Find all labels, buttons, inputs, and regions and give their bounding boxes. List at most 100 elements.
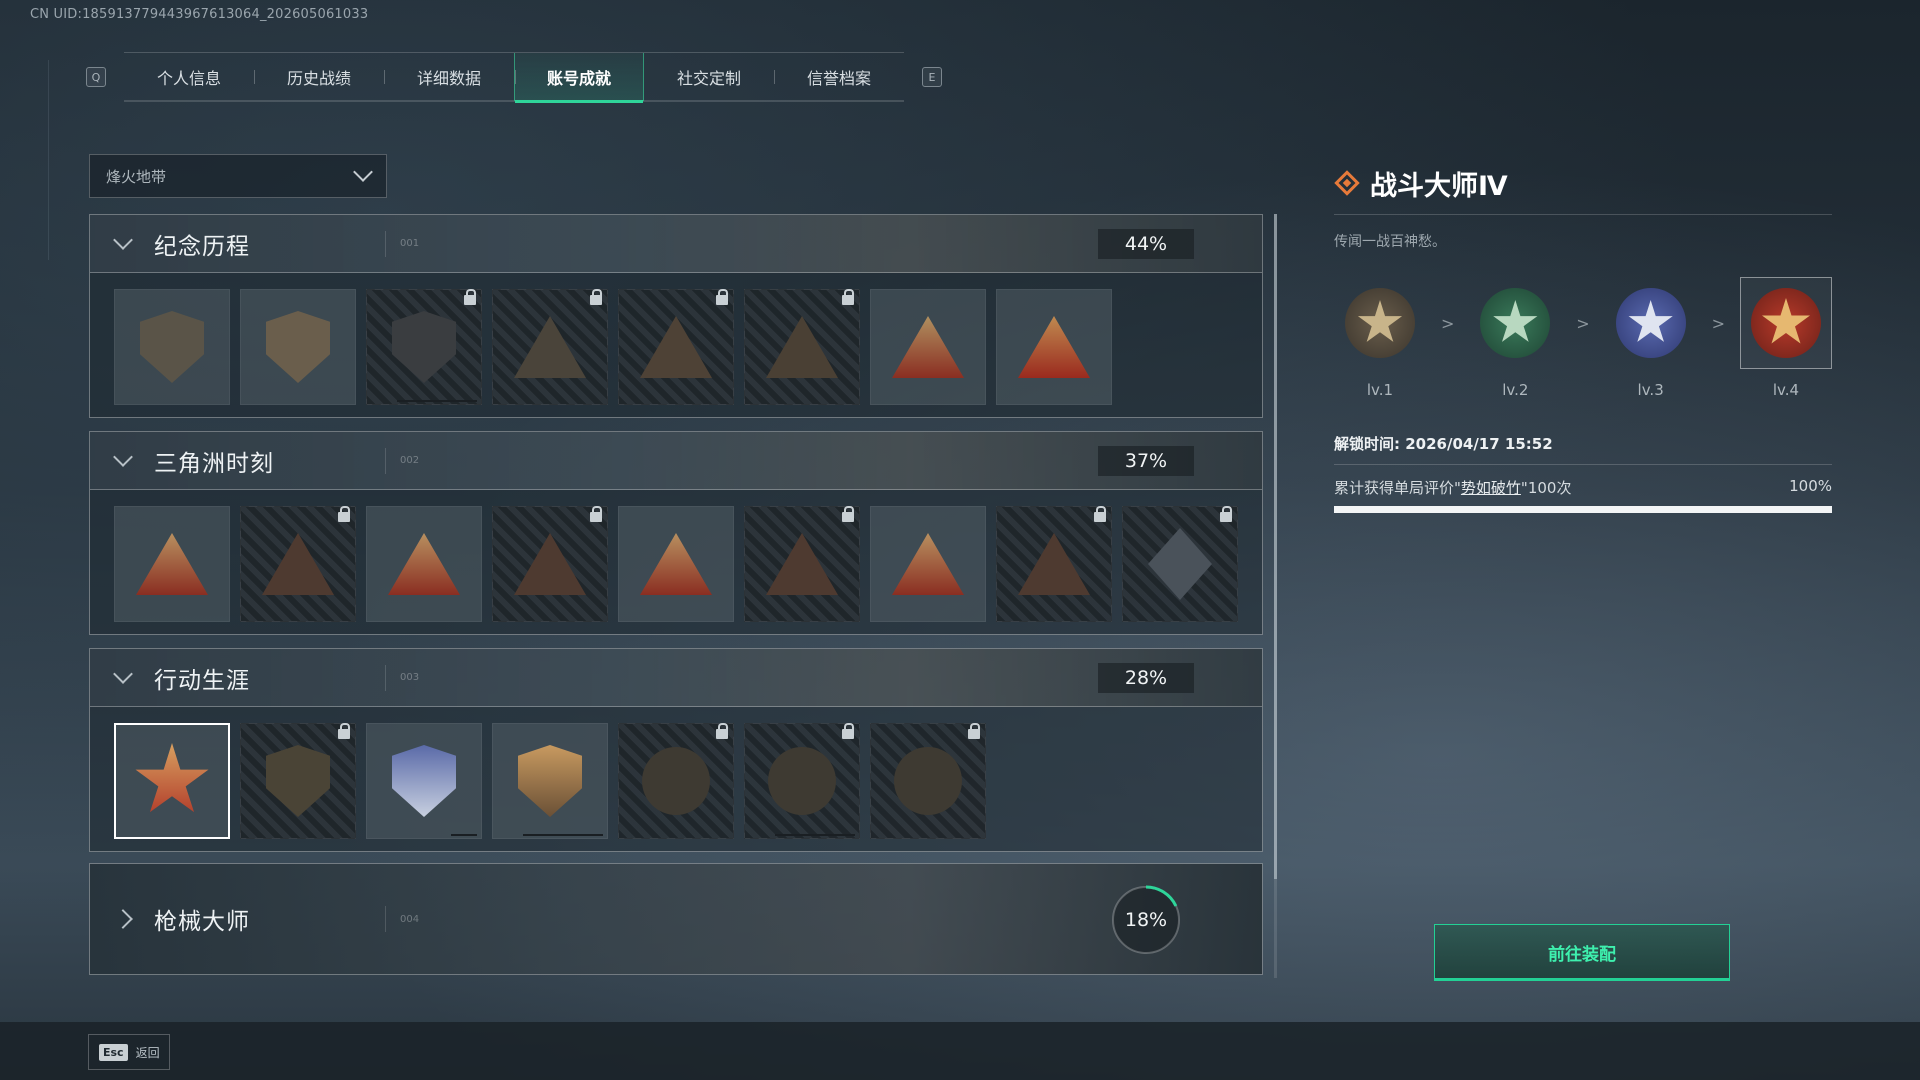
badge-locked[interactable]: [744, 506, 860, 622]
achievement-section-operation-career: 行动生涯 003 28%: [89, 648, 1263, 852]
progress-percent: 100%: [1789, 477, 1832, 495]
badge-triangle-red[interactable]: [114, 506, 230, 622]
badge-bronze-shield[interactable]: [492, 723, 608, 839]
level-3[interactable]: lv.3: [1605, 277, 1697, 399]
level-1[interactable]: lv.1: [1334, 277, 1426, 399]
section-percent: 18%: [1125, 909, 1167, 931]
uid-label: CN UID:185913779443967613064_20260506103…: [30, 7, 369, 22]
section-header[interactable]: 枪械大师 004 18%: [90, 864, 1262, 974]
badge-triangle-number-one[interactable]: [996, 289, 1112, 405]
section-header[interactable]: 行动生涯 003 28%: [90, 649, 1262, 707]
badge-locked[interactable]: [618, 289, 734, 405]
mode-dropdown[interactable]: 烽火地带: [89, 154, 387, 198]
progress-row: 累计获得单局评价"势如破竹"100次 100%: [1334, 477, 1832, 498]
progress-description: 累计获得单局评价"势如破竹"100次: [1334, 477, 1571, 498]
section-percent: 44%: [1098, 229, 1194, 259]
star-medal-icon: [1761, 298, 1810, 344]
level-label: lv.2: [1502, 381, 1529, 399]
go-equip-button[interactable]: 前往装配: [1434, 924, 1730, 981]
tab-next-key-hint[interactable]: E: [922, 67, 942, 87]
badge-triangle-red[interactable]: [366, 506, 482, 622]
level-separator: >: [1576, 313, 1590, 333]
progress-bar: [1334, 506, 1832, 513]
mode-dropdown-value: 烽火地带: [106, 167, 167, 186]
lock-icon: [968, 723, 980, 739]
star-medal-icon: [1628, 300, 1673, 342]
tab-credit-record[interactable]: 信誉档案: [774, 53, 904, 101]
achievement-diamond-icon: [1334, 170, 1360, 196]
badge-locked[interactable]: [366, 289, 482, 405]
tab-personal-info[interactable]: 个人信息: [124, 53, 254, 101]
badge-locked[interactable]: [744, 723, 860, 839]
level-label: lv.3: [1637, 381, 1664, 399]
section-percent: 37%: [1098, 446, 1194, 476]
divider: [385, 665, 386, 691]
back-label: 返回: [135, 1045, 160, 1060]
badge-locked[interactable]: [492, 289, 608, 405]
section-title: 枪械大师: [154, 909, 250, 935]
progress-highlight: 势如破竹: [1460, 479, 1521, 497]
lock-icon: [842, 723, 854, 739]
badge-locked[interactable]: [240, 723, 356, 839]
tab-social-custom[interactable]: 社交定制: [644, 53, 774, 101]
progress-prefix: 累计获得单局评价": [1334, 479, 1461, 497]
badge-locked[interactable]: [744, 289, 860, 405]
achievement-detail-panel: 战斗大师Ⅳ 传闻一战百神愁。 lv.1 > lv.2 > lv.3 > lv.4…: [1334, 162, 1832, 513]
section-title: 纪念历程: [154, 233, 250, 260]
section-code: 001: [400, 238, 420, 249]
badge-triangle-red[interactable]: [870, 506, 986, 622]
section-percent: 28%: [1098, 663, 1194, 693]
achievement-title: 战斗大师Ⅳ: [1370, 170, 1508, 202]
badge-triangle-red[interactable]: [618, 506, 734, 622]
badge-helicopter-shield[interactable]: [240, 289, 356, 405]
lock-icon: [716, 289, 728, 305]
badge-locked[interactable]: [618, 723, 734, 839]
section-header[interactable]: 纪念历程 001 44%: [90, 215, 1262, 273]
badge-combat-master-selected[interactable]: [114, 723, 230, 839]
badge-locked[interactable]: [996, 506, 1112, 622]
chevron-right-icon: [113, 909, 133, 929]
scrollbar[interactable]: [1274, 214, 1277, 978]
lock-icon: [590, 289, 602, 305]
chevron-down-icon: [113, 229, 133, 250]
lock-icon: [716, 723, 728, 739]
level-label: lv.4: [1772, 381, 1800, 399]
section-header[interactable]: 三角洲时刻 002 37%: [90, 432, 1262, 490]
lock-icon: [842, 289, 854, 305]
level-4[interactable]: lv.4: [1739, 277, 1832, 399]
divider: [385, 448, 386, 474]
badge-triangle-shield[interactable]: [114, 289, 230, 405]
lock-icon: [590, 506, 602, 522]
tab-detailed-data[interactable]: 详细数据: [384, 53, 514, 101]
progress-suffix: "100次: [1520, 479, 1572, 497]
chevron-down-icon: [353, 162, 373, 182]
level-progression: lv.1 > lv.2 > lv.3 > lv.4: [1334, 277, 1832, 399]
star-medal-icon: [1357, 300, 1403, 342]
badge-locked[interactable]: [492, 506, 608, 622]
divider: [385, 231, 386, 257]
section-code: 003: [400, 672, 420, 683]
tab-prev-key-hint[interactable]: Q: [86, 67, 106, 87]
star-medal-icon: [1493, 300, 1538, 342]
tab-bar: Q 个人信息 历史战绩 详细数据 账号成就 社交定制 信誉档案 E: [86, 52, 942, 103]
level-separator: >: [1440, 313, 1455, 333]
section-code: 002: [400, 455, 420, 466]
divider: [385, 906, 386, 932]
tab-history[interactable]: 历史战绩: [254, 53, 384, 101]
badge-locked[interactable]: [1122, 506, 1238, 622]
achievement-description: 传闻一战百神愁。: [1334, 234, 1446, 250]
badge-locked[interactable]: [240, 506, 356, 622]
back-button[interactable]: Esc 返回: [88, 1034, 170, 1070]
divider: [1334, 214, 1832, 215]
badge-blue-police-shield[interactable]: [366, 723, 482, 839]
level-separator: >: [1711, 313, 1726, 333]
badge-locked[interactable]: [870, 723, 986, 839]
badge-triangle-red[interactable]: [870, 289, 986, 405]
grid-decoration: [48, 60, 49, 260]
level-2[interactable]: lv.2: [1469, 277, 1561, 399]
scrollbar-thumb[interactable]: [1274, 214, 1277, 879]
divider: [1334, 464, 1832, 465]
tab-account-achievements[interactable]: 账号成就: [514, 53, 644, 103]
chevron-down-icon: [113, 663, 133, 684]
lock-icon: [338, 723, 350, 739]
